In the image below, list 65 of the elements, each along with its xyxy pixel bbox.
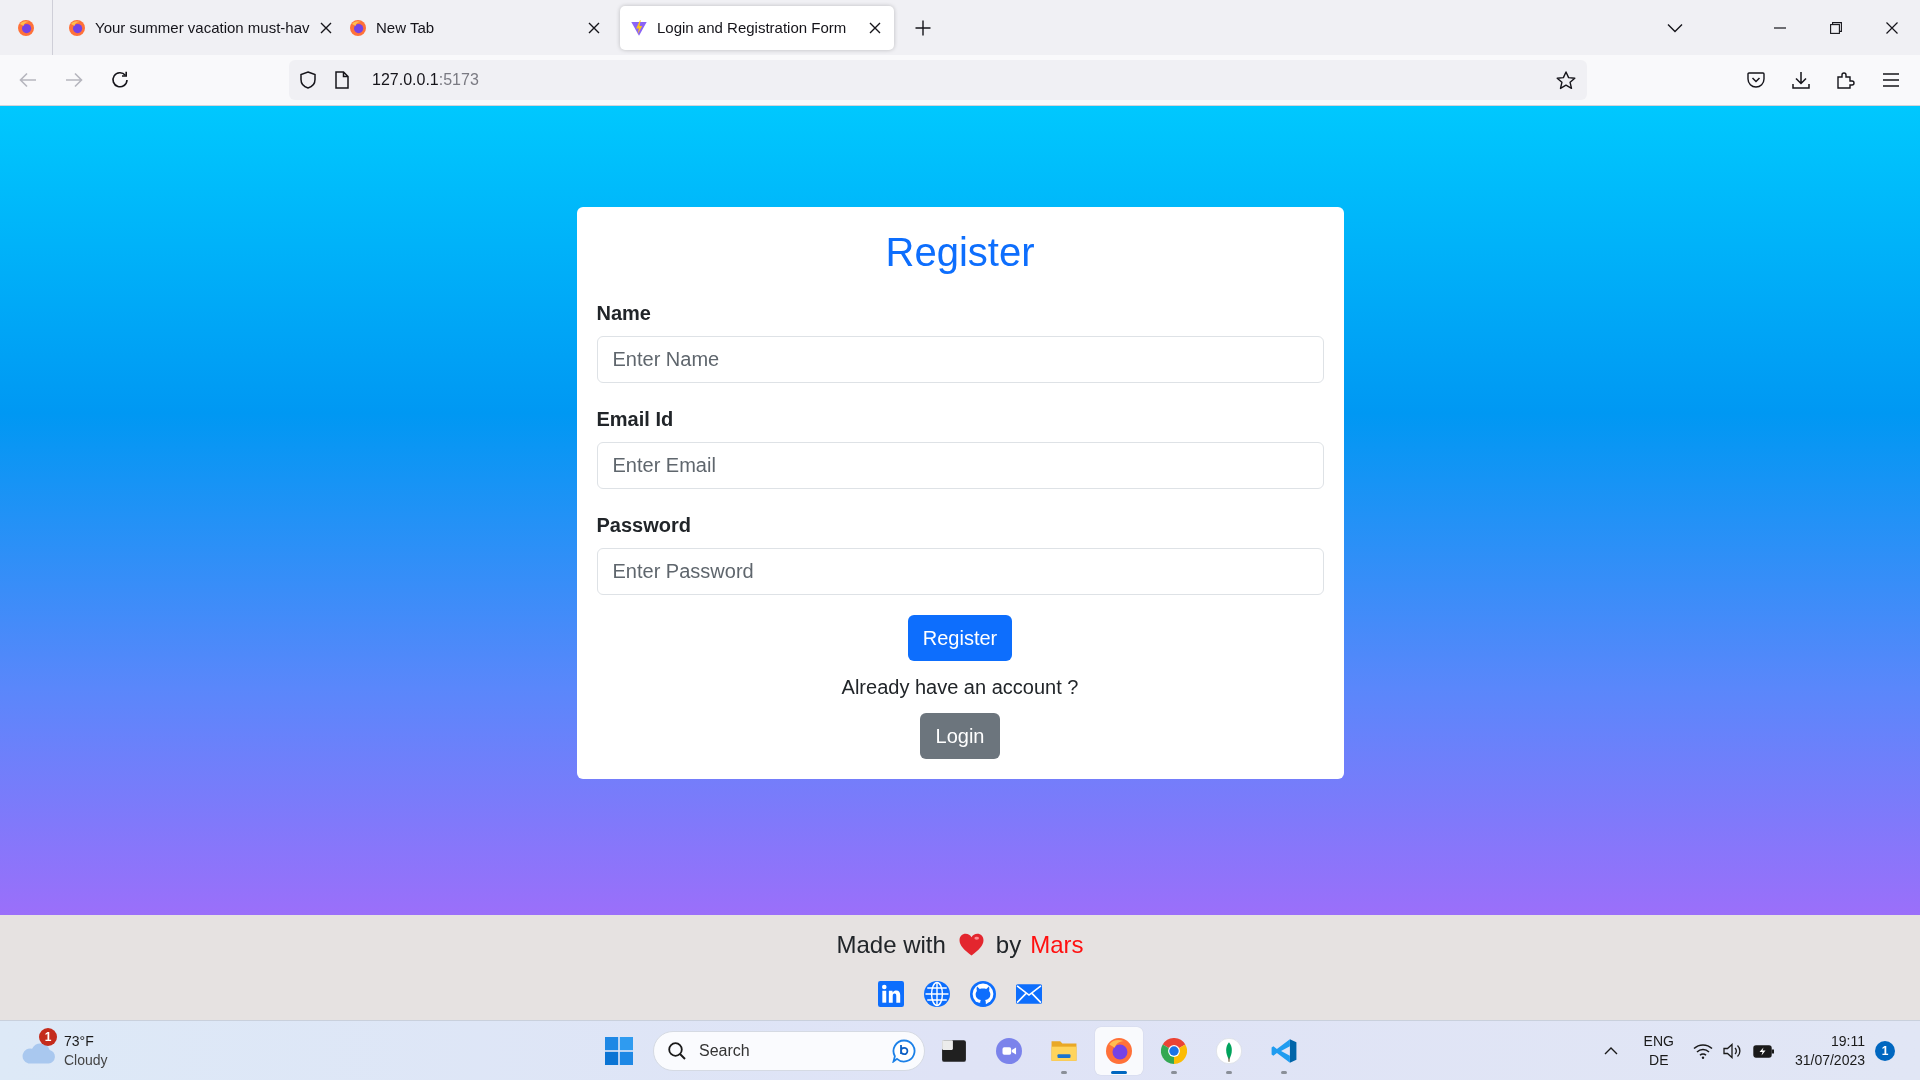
browser-tab[interactable]: Login and Registration Form (620, 5, 894, 50)
heart-icon (958, 933, 984, 956)
lightning-triangle-icon (631, 19, 647, 36)
field-label: Email Id (596, 407, 675, 431)
leaf-icon (1216, 1037, 1242, 1064)
windows-icon[interactable] (605, 1036, 633, 1065)
close-icon[interactable] (869, 21, 881, 34)
taskbar-search[interactable]: Search (653, 1030, 925, 1071)
minimize-icon[interactable] (1774, 26, 1786, 29)
register-button[interactable]: Register (907, 615, 1013, 661)
chrome-icon (1161, 1037, 1187, 1064)
menu-icon[interactable] (1882, 73, 1900, 87)
plus-icon[interactable] (915, 19, 931, 36)
wifi-icon[interactable] (1692, 1042, 1713, 1059)
credit-text: by (995, 930, 1022, 959)
cloud-icon[interactable] (22, 1042, 56, 1065)
code-editor-icon (1271, 1037, 1297, 1064)
clock-date[interactable]: 31/07/2023 (1794, 1050, 1865, 1070)
firefox-icon[interactable] (18, 19, 34, 36)
chevron-down-icon[interactable] (1667, 22, 1683, 33)
notification-badge[interactable]: 1 (1875, 1040, 1895, 1061)
text-field[interactable]: Enter Password (596, 548, 1324, 595)
close-icon[interactable] (588, 21, 600, 34)
clock-time[interactable]: 19:11 (1831, 1031, 1865, 1051)
shield-icon[interactable] (300, 71, 316, 89)
close-icon[interactable] (1886, 21, 1898, 34)
language-text[interactable]: DE (1649, 1050, 1669, 1070)
globe-icon[interactable] (924, 981, 950, 1007)
field-label: Name (596, 301, 652, 325)
search-icon (668, 1041, 686, 1060)
download-icon[interactable] (1792, 71, 1810, 89)
weather-badge: 1 (39, 1027, 57, 1046)
close-icon[interactable] (319, 21, 332, 34)
weather-condition: Cloudy (64, 1050, 108, 1070)
video-chat-icon (996, 1037, 1022, 1064)
restore-icon[interactable] (1830, 21, 1842, 34)
temperature-text: 73°F (64, 1031, 95, 1051)
text-field[interactable]: Enter Email (596, 442, 1324, 489)
chat-bubble-icon[interactable] (892, 1038, 916, 1063)
puzzle-icon[interactable] (1837, 71, 1855, 89)
speaker-icon[interactable] (1722, 1042, 1743, 1059)
linkedin-icon[interactable] (878, 981, 904, 1007)
mail-icon[interactable] (1016, 984, 1042, 1004)
form-title: Register (884, 229, 1036, 276)
star-icon[interactable] (1556, 70, 1576, 90)
github-icon[interactable] (970, 981, 996, 1007)
browser-tab[interactable]: New Tab (339, 5, 613, 50)
firefox-icon (1106, 1037, 1132, 1064)
text-field[interactable]: Enter Name (596, 336, 1324, 383)
firefox-icon (350, 19, 366, 36)
url-text: 127.0.0.1:5173 (372, 71, 479, 89)
firefox-icon (69, 19, 85, 36)
browser-tab[interactable]: Your summer vacation must-hav (58, 5, 332, 50)
login-button[interactable]: Login (919, 713, 1001, 759)
credit-text: Made with (836, 930, 946, 959)
reload-icon[interactable] (111, 71, 129, 89)
page-icon[interactable] (335, 71, 349, 89)
language-text[interactable]: ENG (1643, 1031, 1674, 1051)
login-prompt: Already have an account ? (841, 675, 1079, 699)
field-label: Password (596, 513, 692, 537)
battery-icon[interactable] (1752, 1043, 1775, 1058)
dark-window-icon (941, 1037, 967, 1064)
address-bar[interactable]: 127.0.0.1:5173 (289, 60, 1587, 100)
chevron-up-icon[interactable] (1603, 1046, 1618, 1055)
pocket-icon[interactable] (1747, 72, 1765, 88)
